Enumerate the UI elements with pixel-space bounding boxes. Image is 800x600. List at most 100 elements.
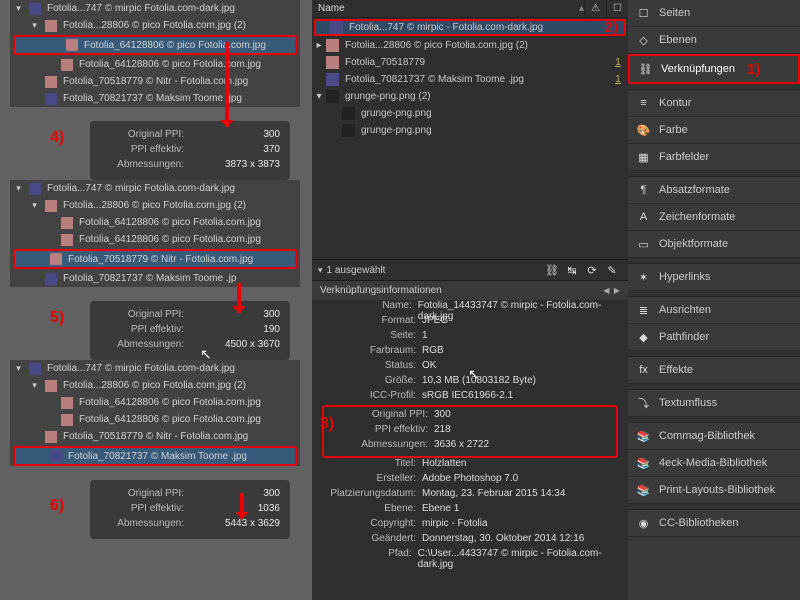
page-link[interactable]: 1 — [608, 74, 628, 85]
info-key: Seite: — [312, 330, 422, 345]
edit-icon[interactable]: ✎ — [602, 264, 622, 277]
sidebar-item-objektformate[interactable]: ▭Objektformate — [628, 231, 800, 258]
sidebar-item-farbfelder[interactable]: ▦ Farbfelder — [628, 144, 800, 171]
links-header[interactable]: Name ▴ ⚠ ☐ — [312, 0, 628, 18]
panel-icon: ⤵ — [636, 395, 651, 411]
link-row[interactable]: Fotolia_70821737 © Maksim Toome .jpg1 — [312, 71, 628, 88]
disclosure-triangle-icon[interactable]: ▸ — [312, 40, 326, 51]
sidebar-item-pathfinder[interactable]: ◆Pathfinder — [628, 324, 800, 351]
panel-icon: ≡ — [636, 97, 651, 109]
sidebar-item-hyperlinks[interactable]: ✶Hyperlinks — [628, 264, 800, 291]
sidebar-item-verkn-pfungen[interactable]: ⛓Verknüpfungen1) — [628, 54, 800, 84]
mini-row-selected[interactable]: Fotolia_64128806 © pico Fotolia.com.jpg — [13, 35, 297, 55]
selection-count: 1 ausgewählt — [327, 265, 542, 276]
mini-row-label: Fotolia...747 © mirpic Fotolia.com-dark.… — [47, 3, 235, 14]
thumbnail-icon — [66, 39, 78, 51]
mini-row-label: Fotolia_64128806 © pico Fotolia.com.jpg — [79, 234, 261, 245]
relink-icon[interactable]: ⛓ — [542, 264, 562, 277]
arrow-5 — [237, 283, 241, 313]
mini-row[interactable]: Fotolia...28806 © pico Fotolia.com.jpg (… — [10, 197, 300, 214]
col-name[interactable]: Name — [312, 3, 579, 14]
badge-6): 6) — [50, 497, 64, 515]
info-value: 300 — [434, 409, 451, 424]
sidebar-item--eck-media-bibliothek[interactable]: 📚4eck-Media-Bibliothek — [628, 450, 800, 477]
goto-icon[interactable]: ↹ — [562, 264, 582, 277]
link-row[interactable]: grunge-png.png — [312, 105, 628, 122]
thumbnail-icon — [342, 107, 355, 120]
info-key: Farbraum: — [312, 345, 422, 360]
mini-row-label: Fotolia...747 © mirpic Fotolia.com-dark.… — [47, 183, 235, 194]
mini-row[interactable]: Fotolia...28806 © pico Fotolia.com.jpg (… — [10, 17, 300, 34]
thumbnail-icon — [61, 414, 73, 426]
mini-row[interactable]: Fotolia_70518779 © Nitr - Fotolia.com.jp… — [10, 73, 300, 90]
sidebar-item-kontur[interactable]: ≡ Kontur — [628, 90, 800, 117]
update-icon[interactable]: ⟳ — [582, 264, 602, 277]
mini-row[interactable]: Fotolia_64128806 © pico Fotolia.com.jpg — [10, 214, 300, 231]
info-key: Name: — [312, 300, 418, 315]
disclosure-triangle-icon[interactable]: ▾ — [312, 91, 326, 102]
sidebar-item-zeichenformate[interactable]: AZeichenformate — [628, 204, 800, 231]
mini-row[interactable]: Fotolia_64128806 © pico Fotolia.com.jpg — [10, 56, 300, 73]
sidebar-item-ebenen[interactable]: ◇Ebenen — [628, 27, 800, 54]
link-row-label: Fotolia...28806 © pico Fotolia.com.jpg (… — [345, 40, 628, 51]
sidebar-item-commag-bibliothek[interactable]: 📚Commag-Bibliothek — [628, 423, 800, 450]
thumbnail-icon — [45, 431, 57, 443]
link-row-selected[interactable]: Fotolia...747 © mirpic - Fotolia.com-dar… — [314, 19, 626, 36]
mini-row[interactable]: Fotolia...28806 © pico Fotolia.com.jpg (… — [10, 377, 300, 394]
info-value: sRGB IEC61966-2.1 — [422, 390, 513, 405]
disclosure-triangle-icon[interactable] — [14, 363, 23, 374]
thumbnail-icon — [326, 90, 339, 103]
disclosure-triangle-icon[interactable] — [30, 200, 39, 211]
mini-row-label: Fotolia...28806 © pico Fotolia.com.jpg (… — [63, 200, 246, 211]
thumbnail-icon — [29, 183, 41, 195]
panel-icon: 📚 — [636, 484, 651, 497]
sidebar-item-effekte[interactable]: fxEffekte — [628, 357, 800, 384]
sidebar-item-ausrichten[interactable]: ≣Ausrichten — [628, 297, 800, 324]
ppi-highlight-box: Original PPI:300PPI effektiv:218Abmessun… — [322, 405, 618, 458]
mini-row[interactable]: Fotolia_70821737 © Maksim Toome .jp — [10, 270, 300, 287]
mini-row-label: Fotolia_70518779 © Nitr - Fotolia.com.jp… — [63, 76, 248, 87]
panel-icon: ▦ — [636, 151, 651, 164]
col-warn[interactable]: ⚠ — [584, 0, 606, 18]
mini-row-selected[interactable]: Fotolia_70518779 © Nitr - Fotolia.com.jp… — [13, 249, 297, 269]
sidebar-item-farbe[interactable]: 🎨Farbe — [628, 117, 800, 144]
links-panel: Name ▴ ⚠ ☐ Fotolia...747 © mirpic - Foto… — [312, 0, 628, 600]
mini-row[interactable]: Fotolia_64128806 © pico Fotolia.com.jpg — [10, 411, 300, 428]
disclosure-triangle-icon[interactable] — [30, 380, 39, 391]
left-preview-column: Fotolia...747 © mirpic Fotolia.com-dark.… — [0, 0, 307, 600]
mini-row[interactable]: Fotolia...747 © mirpic Fotolia.com-dark.… — [10, 180, 300, 197]
sidebar-item-print-layouts-bibliothek[interactable]: 📚Print-Layouts-Bibliothek — [628, 477, 800, 504]
info-key: PPI effektiv: — [324, 424, 434, 439]
link-row[interactable]: grunge-png.png — [312, 122, 628, 139]
sidebar-item-label: Farbfelder — [659, 151, 709, 163]
arrow-4 — [225, 42, 229, 127]
info-value: Holzlatten — [422, 458, 466, 473]
thumbnail-icon — [61, 234, 73, 246]
mini-row[interactable]: Fotolia_64128806 © pico Fotolia.com.jpg — [10, 394, 300, 411]
mini-row[interactable]: Fotolia_70518779 © Nitr - Fotolia.com.jp… — [10, 428, 300, 445]
link-row[interactable]: ▸ Fotolia...28806 © pico Fotolia.com.jpg … — [312, 37, 628, 54]
sidebar-item-absatzformate[interactable]: ¶Absatzformate — [628, 177, 800, 204]
sidebar-item-label: Farbe — [659, 124, 688, 136]
col-page[interactable]: ☐ — [606, 0, 628, 18]
panel-icon: fx — [636, 364, 651, 376]
mini-row[interactable]: Fotolia...747 © mirpic Fotolia.com-dark.… — [10, 0, 300, 17]
panel-icon: ◇ — [636, 34, 651, 47]
panel-icon: A — [636, 211, 651, 223]
sidebar-item-label: Kontur — [659, 97, 691, 109]
mini-row[interactable]: Fotolia_64128806 © pico Fotolia.com.jpg — [10, 231, 300, 248]
link-info-header[interactable]: Verknüpfungsinformationen ◀ ▶ — [312, 281, 628, 300]
link-row[interactable]: Fotolia_705187791 — [312, 54, 628, 71]
disclosure-triangle-icon[interactable] — [30, 20, 39, 31]
disclosure-triangle-icon[interactable] — [14, 3, 23, 14]
disclosure-triangle-icon[interactable] — [14, 183, 23, 194]
mini-row[interactable]: Fotolia_70821737 © Maksim Toome .jpg — [10, 90, 300, 107]
badge-4): 4) — [50, 129, 64, 147]
mini-row[interactable]: Fotolia...747 © mirpic Fotolia.com-dark.… — [10, 360, 300, 377]
page-link[interactable]: 1 — [608, 57, 628, 68]
sidebar-item-cc-bibliotheken[interactable]: ◉CC-Bibliotheken — [628, 510, 800, 537]
sidebar-item-seiten[interactable]: ☐Seiten — [628, 0, 800, 27]
sidebar-item-textumfluss[interactable]: ⤵Textumfluss — [628, 390, 800, 417]
link-row[interactable]: ▾grunge-png.png (2) — [312, 88, 628, 105]
mini-row-selected[interactable]: Fotolia_70821737 © Maksim Toome .jpg — [13, 446, 297, 466]
